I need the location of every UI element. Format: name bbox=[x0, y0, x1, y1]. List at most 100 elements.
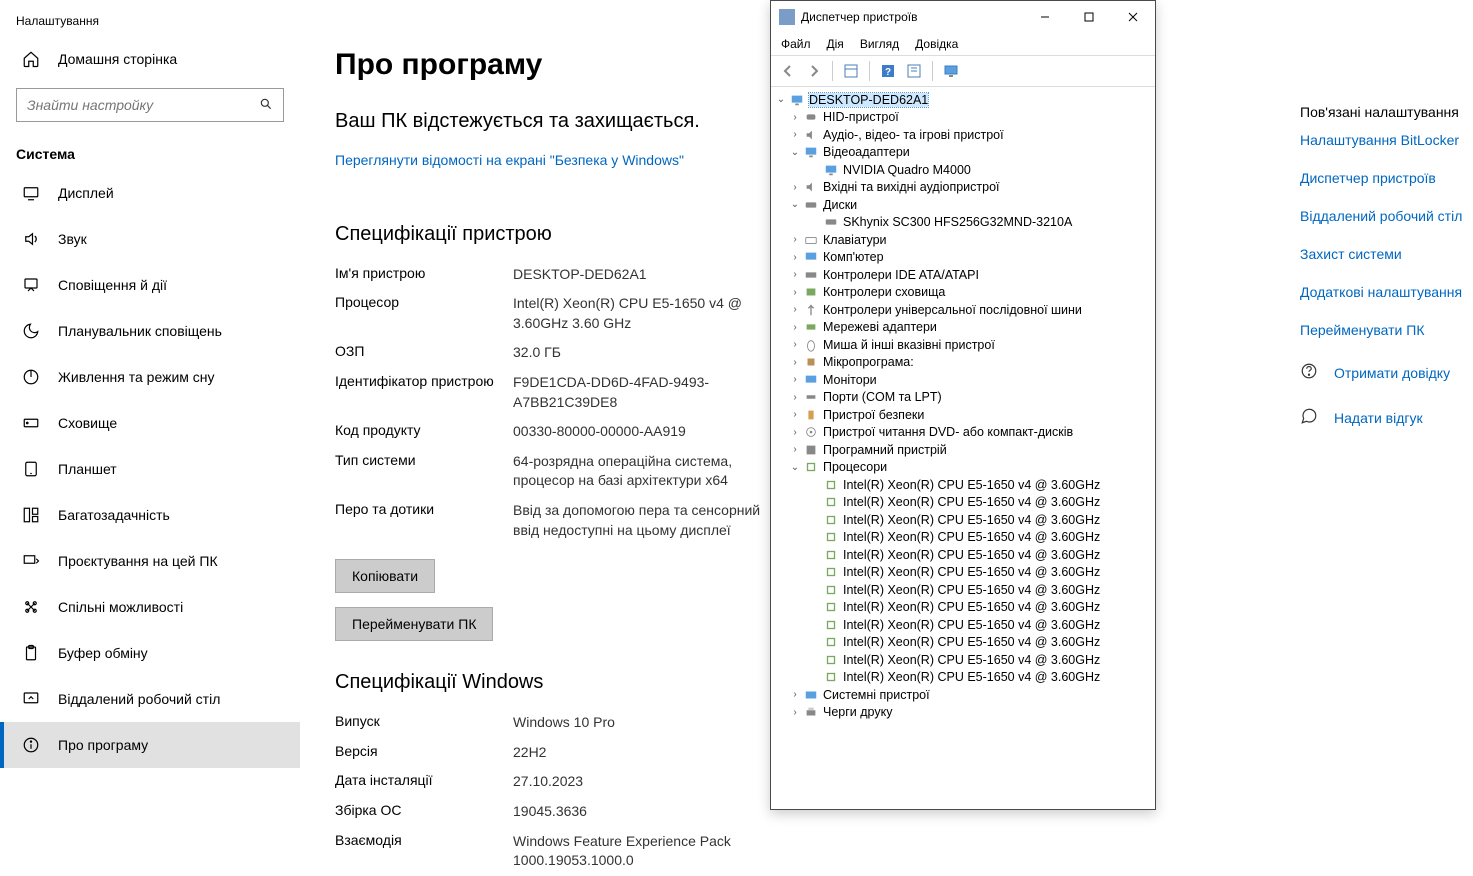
expand-icon[interactable]: › bbox=[789, 409, 801, 421]
expand-icon[interactable]: › bbox=[789, 426, 801, 438]
tree-cpu-core[interactable]: Intel(R) Xeon(R) CPU E5-1650 v4 @ 3.60GH… bbox=[775, 564, 1151, 582]
expand-icon[interactable]: ⌄ bbox=[775, 94, 787, 106]
nav-projecting[interactable]: Проєктування на цей ПК bbox=[0, 538, 300, 584]
tree-firmware[interactable]: ›Мікропрограма: bbox=[775, 354, 1151, 372]
expand-icon[interactable]: › bbox=[789, 111, 801, 123]
rename-button[interactable]: Перейменувати ПК bbox=[335, 607, 493, 641]
nav-focus[interactable]: Планувальник сповіщень bbox=[0, 308, 300, 354]
tree-ports[interactable]: ›Порти (COM та LPT) bbox=[775, 389, 1151, 407]
tree-audioio[interactable]: ›Вхідні та вихідні аудіопристрої bbox=[775, 179, 1151, 197]
link-remote[interactable]: Віддалений робочий стіл bbox=[1300, 208, 1470, 224]
nav-multitask[interactable]: Багатозадачність bbox=[0, 492, 300, 538]
expand-icon[interactable]: ⌄ bbox=[789, 146, 801, 158]
nav-display[interactable]: Дисплей bbox=[0, 170, 300, 216]
menu-file[interactable]: Файл bbox=[781, 37, 811, 51]
tree-ide[interactable]: ›Контролери IDE ATA/ATAPI bbox=[775, 266, 1151, 284]
tree-video[interactable]: ⌄Відеоадаптери bbox=[775, 144, 1151, 162]
tree-security[interactable]: ›Пристрої безпеки bbox=[775, 406, 1151, 424]
link-rename[interactable]: Перейменувати ПК bbox=[1300, 322, 1470, 338]
expand-icon[interactable]: › bbox=[789, 234, 801, 246]
tree-cpu-core[interactable]: Intel(R) Xeon(R) CPU E5-1650 v4 @ 3.60GH… bbox=[775, 581, 1151, 599]
tree-storagectrl[interactable]: ›Контролери сховища bbox=[775, 284, 1151, 302]
menu-help[interactable]: Довідка bbox=[915, 37, 958, 51]
tree-cpu-core[interactable]: Intel(R) Xeon(R) CPU E5-1650 v4 @ 3.60GH… bbox=[775, 546, 1151, 564]
tree-cpu-core[interactable]: Intel(R) Xeon(R) CPU E5-1650 v4 @ 3.60GH… bbox=[775, 651, 1151, 669]
tree-root[interactable]: ⌄DESKTOP-DED62A1 bbox=[775, 91, 1151, 109]
tree-computer[interactable]: ›Комп'ютер bbox=[775, 249, 1151, 267]
nav-about[interactable]: Про програму bbox=[0, 722, 300, 768]
expand-icon[interactable]: › bbox=[789, 286, 801, 298]
nav-clipboard[interactable]: Буфер обміну bbox=[0, 630, 300, 676]
nav-power[interactable]: Живлення та режим сну bbox=[0, 354, 300, 400]
expand-icon[interactable]: › bbox=[789, 374, 801, 386]
tree-cpu-core[interactable]: Intel(R) Xeon(R) CPU E5-1650 v4 @ 3.60GH… bbox=[775, 494, 1151, 512]
back-icon[interactable] bbox=[777, 60, 799, 82]
tree-printqueue[interactable]: ›Черги друку bbox=[775, 704, 1151, 722]
nav-sound[interactable]: Звук bbox=[0, 216, 300, 262]
nav-shared[interactable]: Спільні можливості bbox=[0, 584, 300, 630]
expand-icon[interactable]: › bbox=[789, 706, 801, 718]
expand-icon[interactable]: › bbox=[789, 356, 801, 368]
tree-keyboards[interactable]: ›Клавіатури bbox=[775, 231, 1151, 249]
tree-system[interactable]: ›Системні пристрої bbox=[775, 686, 1151, 704]
copy-button[interactable]: Копіювати bbox=[335, 559, 435, 593]
home-link[interactable]: Домашня сторінка bbox=[0, 38, 300, 80]
tree-audio[interactable]: ›Аудіо-, відео- та ігрові пристрої bbox=[775, 126, 1151, 144]
toolbar-scan-icon[interactable] bbox=[903, 60, 925, 82]
link-advanced[interactable]: Додаткові налаштування bbox=[1300, 284, 1470, 300]
expand-icon[interactable]: › bbox=[789, 689, 801, 701]
expand-icon[interactable]: › bbox=[789, 181, 801, 193]
tree-monitors[interactable]: ›Монітори bbox=[775, 371, 1151, 389]
search-box[interactable] bbox=[16, 88, 284, 122]
tree-network[interactable]: ›Мережеві адаптери bbox=[775, 319, 1151, 337]
tree-disks[interactable]: ⌄Диски bbox=[775, 196, 1151, 214]
expand-icon[interactable]: › bbox=[789, 269, 801, 281]
close-button[interactable] bbox=[1111, 2, 1155, 32]
tree-disk1[interactable]: SKhynix SC300 HFS256G32MND-3210A bbox=[775, 214, 1151, 232]
expand-icon[interactable]: › bbox=[789, 251, 801, 263]
feedback-link[interactable]: Надати відгук bbox=[1300, 407, 1470, 428]
tree-processors[interactable]: ⌄Процесори bbox=[775, 459, 1151, 477]
devmgr-titlebar[interactable]: Диспетчер пристроїв bbox=[771, 1, 1155, 33]
expand-icon[interactable]: › bbox=[789, 321, 801, 333]
tree-gpu[interactable]: NVIDIA Quadro M4000 bbox=[775, 161, 1151, 179]
tree-cpu-core[interactable]: Intel(R) Xeon(R) CPU E5-1650 v4 @ 3.60GH… bbox=[775, 599, 1151, 617]
maximize-button[interactable] bbox=[1067, 2, 1111, 32]
tree-software[interactable]: ›Програмний пристрій bbox=[775, 441, 1151, 459]
menu-view[interactable]: Вигляд bbox=[860, 37, 899, 51]
tree-cpu-core[interactable]: Intel(R) Xeon(R) CPU E5-1650 v4 @ 3.60GH… bbox=[775, 634, 1151, 652]
tree-cpu-core[interactable]: Intel(R) Xeon(R) CPU E5-1650 v4 @ 3.60GH… bbox=[775, 616, 1151, 634]
expand-icon[interactable]: › bbox=[789, 391, 801, 403]
tree-cpu-core[interactable]: Intel(R) Xeon(R) CPU E5-1650 v4 @ 3.60GH… bbox=[775, 529, 1151, 547]
expand-icon[interactable]: › bbox=[789, 129, 801, 141]
nav-remote[interactable]: Віддалений робочий стіл bbox=[0, 676, 300, 722]
forward-icon[interactable] bbox=[803, 60, 825, 82]
tree-cpu-core[interactable]: Intel(R) Xeon(R) CPU E5-1650 v4 @ 3.60GH… bbox=[775, 511, 1151, 529]
toolbar-help-icon[interactable]: ? bbox=[877, 60, 899, 82]
tree-cpu-core[interactable]: Intel(R) Xeon(R) CPU E5-1650 v4 @ 3.60GH… bbox=[775, 669, 1151, 687]
tree-hid[interactable]: ›HID-пристрої bbox=[775, 109, 1151, 127]
security-link[interactable]: Переглянути відомості на екрані "Безпека… bbox=[335, 151, 684, 171]
tree-mice[interactable]: ›Миша й інші вказівні пристрої bbox=[775, 336, 1151, 354]
display-adapter-icon bbox=[803, 144, 819, 160]
expand-icon[interactable]: ⌄ bbox=[789, 199, 801, 211]
nav-storage[interactable]: Сховище bbox=[0, 400, 300, 446]
expand-icon[interactable]: › bbox=[789, 339, 801, 351]
toolbar-monitor-icon[interactable] bbox=[940, 60, 962, 82]
toolbar-properties-icon[interactable] bbox=[840, 60, 862, 82]
menu-action[interactable]: Дія bbox=[827, 37, 844, 51]
nav-notifications[interactable]: Сповіщення й дії bbox=[0, 262, 300, 308]
expand-icon[interactable]: › bbox=[789, 304, 801, 316]
expand-icon[interactable]: ⌄ bbox=[789, 461, 801, 473]
search-input[interactable] bbox=[27, 97, 259, 113]
tree-cpu-core[interactable]: Intel(R) Xeon(R) CPU E5-1650 v4 @ 3.60GH… bbox=[775, 476, 1151, 494]
nav-tablet[interactable]: Планшет bbox=[0, 446, 300, 492]
tree-dvd[interactable]: ›Пристрої читання DVD- або компакт-дискі… bbox=[775, 424, 1151, 442]
link-bitlocker[interactable]: Налаштування BitLocker bbox=[1300, 132, 1470, 148]
link-protection[interactable]: Захист системи bbox=[1300, 246, 1470, 262]
link-devmgr[interactable]: Диспетчер пристроїв bbox=[1300, 170, 1470, 186]
tree-usb[interactable]: ›Контролери універсальної послідовної ши… bbox=[775, 301, 1151, 319]
minimize-button[interactable] bbox=[1023, 2, 1067, 32]
get-help-link[interactable]: Отримати довідку bbox=[1300, 362, 1470, 383]
expand-icon[interactable]: › bbox=[789, 444, 801, 456]
